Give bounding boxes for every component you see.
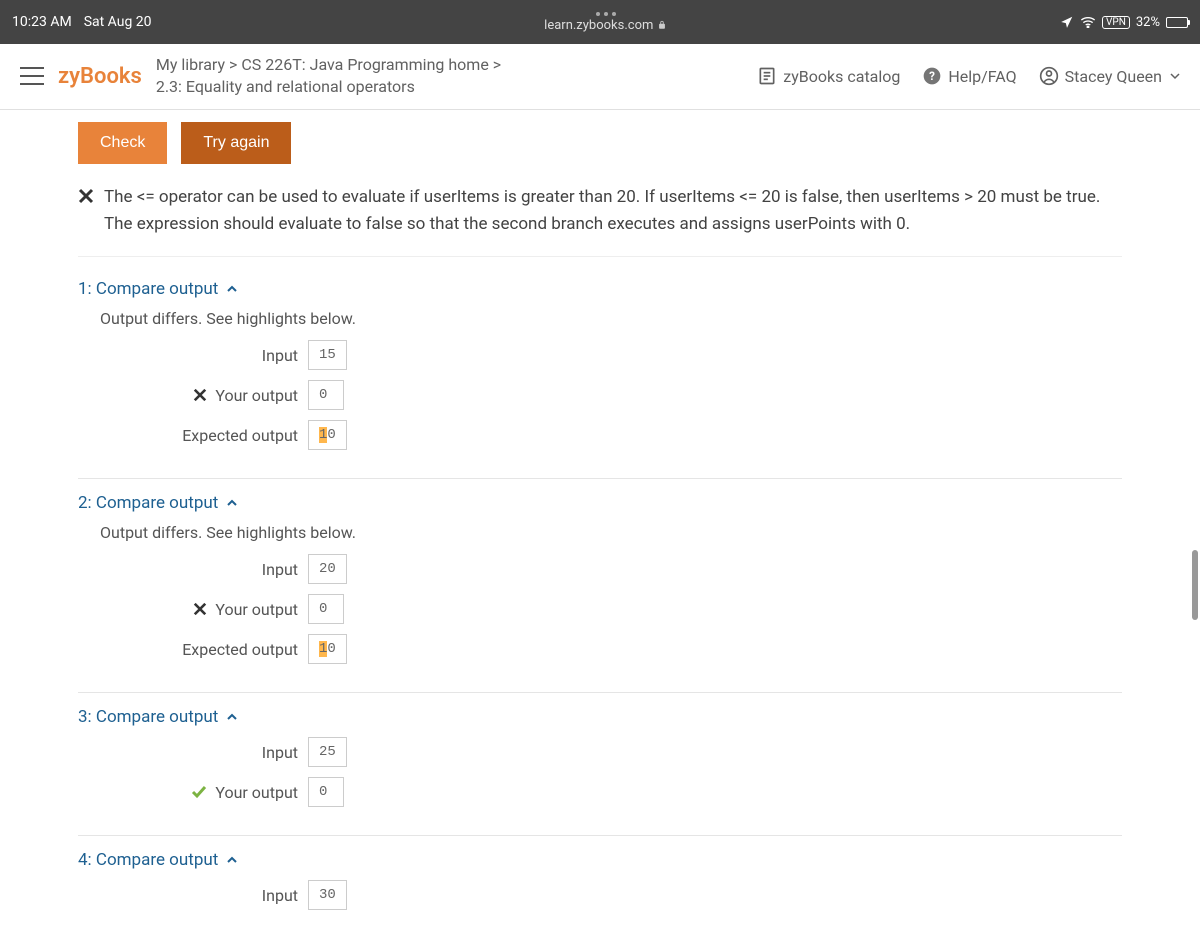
test-title-toggle[interactable]: 3: Compare output	[78, 707, 1122, 727]
test-section: 2: Compare output Output differs. See hi…	[78, 493, 1122, 693]
test-title-toggle[interactable]: 1: Compare output	[78, 279, 1122, 299]
status-date: Sat Aug 20	[84, 14, 152, 30]
feedback-message: The <= operator can be used to evaluate …	[78, 184, 1122, 257]
test-title-toggle[interactable]: 2: Compare output	[78, 493, 1122, 513]
app-header: zyBooks My library > CS 226T: Java Progr…	[0, 44, 1200, 110]
breadcrumb-line1[interactable]: My library > CS 226T: Java Programming h…	[156, 54, 743, 76]
menu-icon[interactable]	[20, 67, 44, 85]
your-output-label: Your output	[215, 386, 298, 405]
breadcrumb-line2: 2.3: Equality and relational operators	[156, 76, 743, 98]
expected-output-label: Expected output	[182, 426, 298, 445]
catalog-label: zyBooks catalog	[783, 67, 900, 86]
input-value: 20	[308, 554, 347, 584]
x-icon	[193, 602, 207, 616]
help-link[interactable]: ? Help/FAQ	[922, 66, 1016, 86]
expected-output-value: 10	[308, 634, 347, 664]
expected-output-value: 10	[308, 420, 347, 450]
chevron-up-icon	[226, 711, 238, 723]
main-content: Check Try again The <= operator can be u…	[0, 110, 1200, 938]
user-label: Stacey Queen	[1065, 67, 1162, 86]
input-value: 25	[308, 737, 347, 767]
catalog-link[interactable]: zyBooks catalog	[757, 66, 900, 86]
test-title-text: 2: Compare output	[78, 493, 218, 513]
breadcrumb[interactable]: My library > CS 226T: Java Programming h…	[156, 54, 743, 99]
test-section: 3: Compare output Input 25 Your output 0	[78, 707, 1122, 836]
location-icon	[1060, 15, 1074, 29]
x-icon	[193, 388, 207, 402]
feedback-text: The <= operator can be used to evaluate …	[104, 184, 1122, 238]
output-differs-msg: Output differs. See highlights below.	[100, 523, 1122, 542]
chevron-up-icon	[226, 497, 238, 509]
try-again-button[interactable]: Try again	[181, 122, 291, 164]
your-output-value: 0	[308, 594, 344, 624]
zybooks-logo[interactable]: zyBooks	[58, 64, 142, 89]
test-title-text: 1: Compare output	[78, 279, 218, 299]
chevron-down-icon	[1170, 71, 1180, 81]
input-value: 15	[308, 340, 347, 370]
status-time: 10:23 AM	[12, 14, 72, 30]
input-label: Input	[262, 743, 298, 762]
test-section: 1: Compare output Output differs. See hi…	[78, 279, 1122, 479]
your-output-label: Your output	[215, 600, 298, 619]
battery-percent: 32%	[1136, 15, 1160, 30]
catalog-icon	[757, 66, 777, 86]
input-value: 30	[308, 880, 347, 910]
wifi-icon	[1080, 16, 1096, 28]
test-title-text: 4: Compare output	[78, 850, 218, 870]
input-label: Input	[262, 346, 298, 365]
vpn-badge: VPN	[1102, 16, 1130, 29]
test-section: 4: Compare output Input 30	[78, 850, 1122, 938]
input-label: Input	[262, 886, 298, 905]
svg-text:?: ?	[929, 70, 935, 84]
your-output-label: Your output	[215, 783, 298, 802]
url-text: learn.zybooks.com	[544, 18, 653, 33]
your-output-value: 0	[308, 777, 344, 807]
device-status-bar: 10:23 AM Sat Aug 20 learn.zybooks.com VP…	[0, 0, 1200, 44]
input-label: Input	[262, 560, 298, 579]
lock-icon	[657, 20, 667, 30]
scroll-indicator[interactable]	[1192, 550, 1198, 620]
output-differs-msg: Output differs. See highlights below.	[100, 309, 1122, 328]
chevron-up-icon	[226, 283, 238, 295]
test-title-toggle[interactable]: 4: Compare output	[78, 850, 1122, 870]
check-button[interactable]: Check	[78, 122, 167, 164]
battery-icon	[1166, 17, 1188, 28]
check-icon	[191, 784, 207, 800]
expected-output-label: Expected output	[182, 640, 298, 659]
user-menu[interactable]: Stacey Queen	[1039, 66, 1180, 86]
test-title-text: 3: Compare output	[78, 707, 218, 727]
tab-dots-icon	[596, 12, 616, 16]
x-icon	[78, 188, 94, 204]
help-label: Help/FAQ	[948, 67, 1016, 86]
chevron-up-icon	[226, 854, 238, 866]
user-icon	[1039, 66, 1059, 86]
your-output-value: 0	[308, 380, 344, 410]
help-icon: ?	[922, 66, 942, 86]
